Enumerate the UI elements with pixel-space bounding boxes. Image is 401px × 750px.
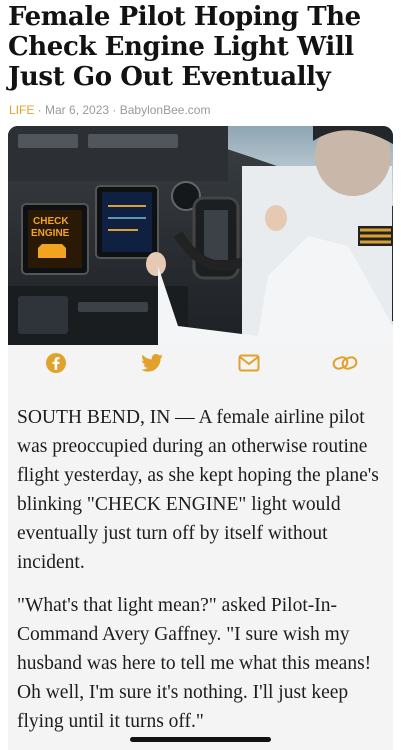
article-body: SOUTH BEND, IN — A female airline pilot … — [8, 381, 393, 750]
cockpit-illustration: CHECK ENGINE — [8, 126, 393, 345]
check-engine-text: ENGINE — [31, 228, 70, 239]
share-bar — [8, 345, 393, 381]
check-engine-text: CHECK — [33, 216, 69, 227]
article-meta: LIFE · Mar 6, 2023 · BabylonBee.com — [9, 103, 210, 117]
meta-separator: · — [109, 103, 120, 117]
article-headline: Female Pilot Hoping The Check Engine Lig… — [8, 2, 361, 92]
meta-separator: · — [34, 103, 46, 117]
category-link[interactable]: LIFE — [9, 103, 34, 117]
email-share-button[interactable] — [229, 348, 269, 378]
facebook-share-button[interactable] — [36, 348, 76, 378]
hero-image[interactable]: CHECK ENGINE — [8, 126, 393, 345]
article-paragraph: SOUTH BEND, IN — A female airline pilot … — [17, 407, 379, 573]
copy-link-button[interactable] — [325, 348, 365, 378]
twitter-icon — [141, 354, 164, 372]
link-icon — [332, 356, 358, 370]
facebook-icon — [46, 353, 67, 373]
home-indicator[interactable] — [130, 737, 271, 742]
email-icon — [238, 354, 260, 372]
article-source: BabylonBee.com — [119, 103, 211, 117]
twitter-share-button[interactable] — [132, 348, 172, 378]
article-paragraph: "What's that light mean?" asked Pilot-In… — [17, 595, 372, 732]
article-date: Mar 6, 2023 — [45, 103, 110, 117]
engine-icon — [38, 244, 66, 258]
